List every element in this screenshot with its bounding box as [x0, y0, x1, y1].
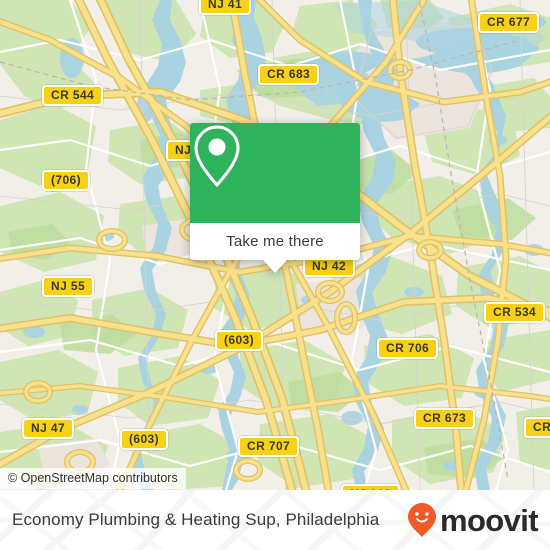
road-shield-603-b: (603) — [120, 429, 169, 450]
osm-attribution[interactable]: © OpenStreetMap contributors — [0, 468, 186, 489]
footer-bar: Economy Plumbing & Heating Sup, Philadel… — [0, 490, 550, 550]
moovit-brand-logo[interactable]: moovit — [407, 490, 539, 550]
map-canvas[interactable]: NJ 41 CR 677 CR 683 CR 544 NJ (706) NJ 5… — [0, 0, 550, 490]
road-shield-cr534: CR 534 — [484, 302, 546, 323]
take-me-there-button[interactable]: Take me there — [190, 223, 360, 260]
popup-header — [190, 123, 360, 223]
road-shield-cr706: CR 706 — [377, 338, 439, 359]
road-shield-nj41: NJ 41 — [199, 0, 252, 15]
road-shield-nj55: NJ 55 — [42, 276, 95, 297]
take-me-there-label: Take me there — [226, 233, 324, 250]
popup-pointer-tail — [263, 260, 287, 273]
road-shield-603-a: (603) — [215, 330, 264, 351]
road-shield-706: (706) — [42, 170, 91, 191]
map-pin-icon — [194, 125, 240, 188]
road-shield-cr677: CR 677 — [478, 12, 540, 33]
road-shield-cr544: CR 544 — [42, 85, 104, 106]
road-shield-nj47: NJ 47 — [22, 418, 75, 439]
moovit-smiley-pin-icon — [407, 503, 436, 537]
moovit-wordmark: moovit — [439, 502, 539, 538]
location-popup[interactable]: Take me there — [190, 123, 360, 273]
road-shield-cr683: CR 683 — [258, 64, 320, 85]
road-shield-cr673: CR 673 — [414, 408, 476, 429]
place-title: Economy Plumbing & Heating Sup, Philadel… — [12, 510, 380, 529]
road-shield-cr707: CR 707 — [238, 436, 300, 457]
road-shield-cr7-clipped: CR 7 — [524, 417, 550, 438]
moovit-map-screenshot: NJ 41 CR 677 CR 683 CR 544 NJ (706) NJ 5… — [0, 0, 550, 550]
